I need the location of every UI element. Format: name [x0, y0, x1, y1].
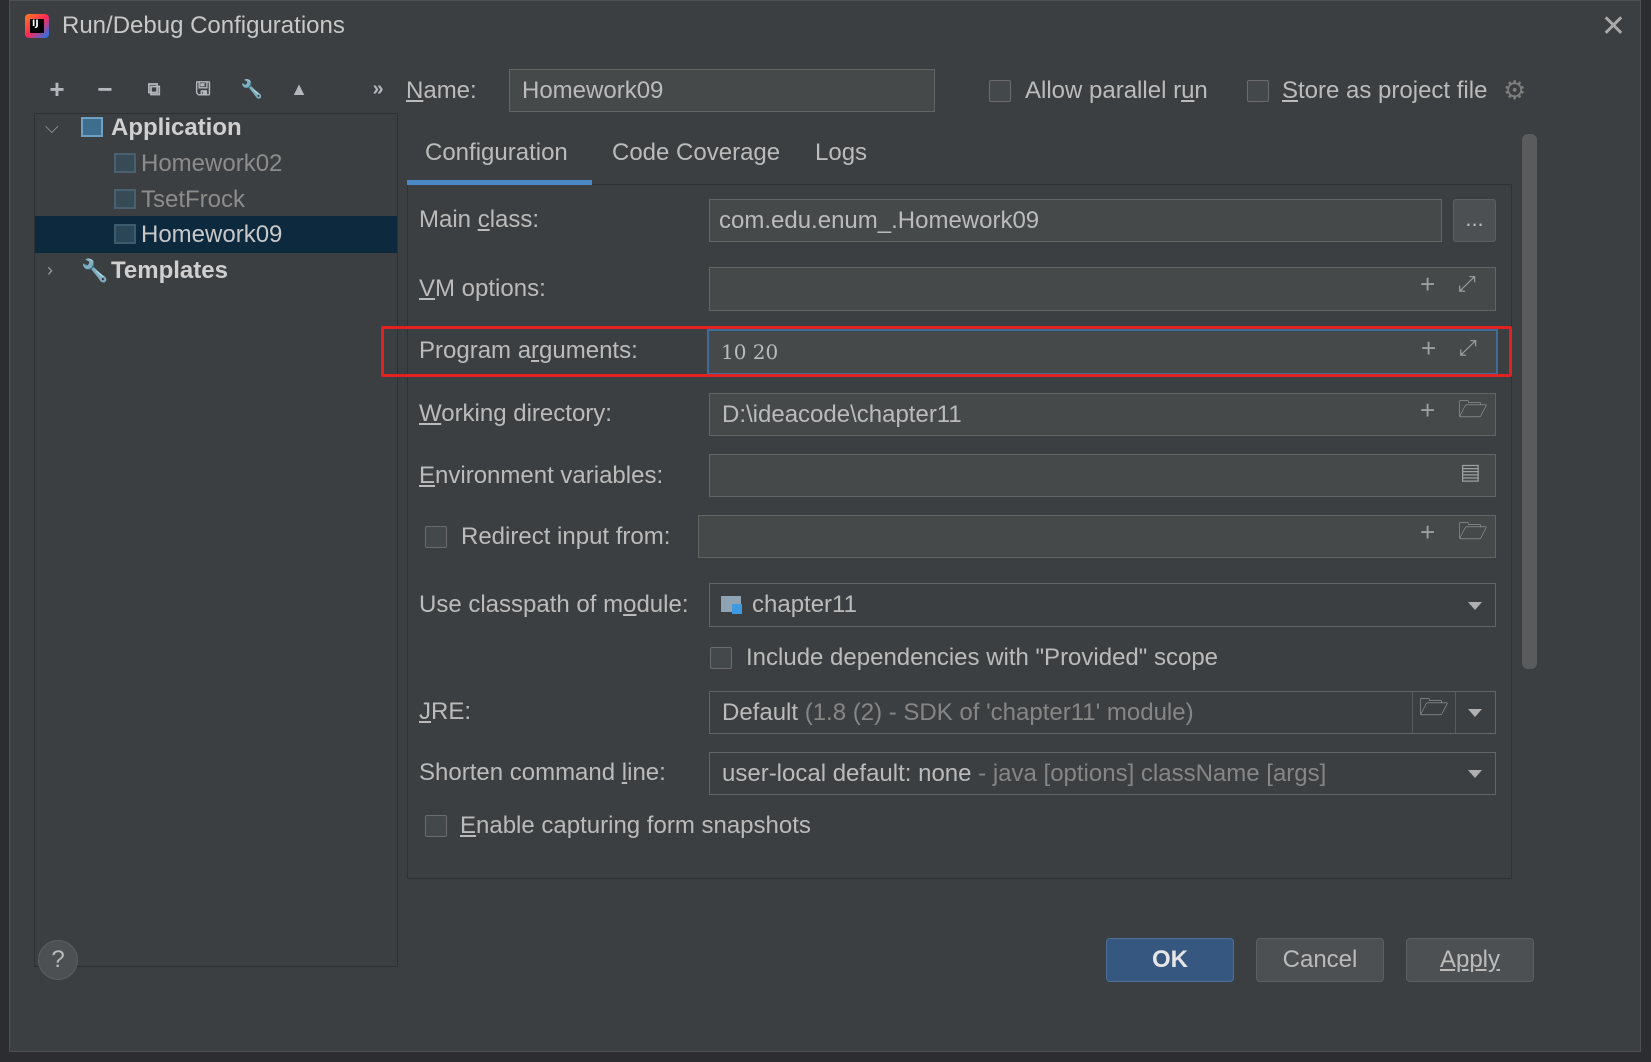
add-configuration-button[interactable]: +: [41, 73, 73, 105]
tree-item-homework09[interactable]: Homework09: [35, 216, 397, 253]
enable-snapshots-checkbox[interactable]: [425, 815, 447, 837]
working-directory-label: Working directory:: [419, 400, 612, 427]
application-config-icon: [114, 189, 136, 209]
configuration-tree: ⌵ Application Homework02 TsetFrock Homew…: [34, 113, 398, 967]
tab-configuration[interactable]: Configuration: [425, 139, 568, 167]
enable-snapshots-label: Enable capturing form snapshots: [460, 812, 811, 839]
tree-node-templates-label: Templates: [111, 257, 228, 284]
environment-variables-input[interactable]: ▤: [709, 454, 1496, 497]
folder-icon[interactable]: 🗁: [1458, 398, 1488, 422]
tree-item-label: TsetFrock: [141, 186, 246, 213]
folder-icon[interactable]: 🗁: [1458, 520, 1488, 544]
chevron-down-icon[interactable]: [1468, 602, 1482, 610]
tab-code-coverage[interactable]: Code Coverage: [612, 139, 780, 167]
working-directory-input[interactable]: D:\ideacode\chapter11 + 🗁: [709, 393, 1496, 436]
name-label: Name:: [406, 77, 477, 104]
divider: [1412, 692, 1413, 733]
document-icon[interactable]: ▤: [1460, 461, 1481, 483]
main-class-label: Main class:: [419, 206, 540, 233]
tree-node-application[interactable]: ⌵ Application: [35, 109, 397, 146]
tree-node-application-label: Application: [111, 114, 242, 141]
plus-icon[interactable]: +: [1420, 271, 1435, 297]
plus-icon[interactable]: +: [1420, 397, 1435, 423]
title-bar: IJ Run/Debug Configurations ✕: [10, 1, 1640, 53]
allow-parallel-run-checkbox[interactable]: [989, 80, 1011, 102]
run-debug-dialog: IJ Run/Debug Configurations ✕ + − ⧉ 🖫 🔧 …: [9, 0, 1641, 1052]
intellij-app-icon: IJ: [25, 14, 49, 38]
tree-node-templates[interactable]: › 🔧 Templates: [35, 252, 397, 289]
main-class-input[interactable]: com.edu.enum_.Homework09: [709, 199, 1442, 242]
chevron-down-icon[interactable]: [1468, 770, 1482, 778]
name-input[interactable]: Homework09: [509, 69, 935, 112]
vm-options-label: VM options:: [419, 275, 546, 302]
classpath-module-label: Use classpath of module:: [419, 591, 689, 618]
tree-item-label: Homework09: [141, 221, 283, 248]
redirect-input-field[interactable]: + 🗁: [698, 515, 1496, 558]
copy-configuration-button[interactable]: ⧉: [138, 73, 170, 105]
move-up-button[interactable]: ▲: [283, 73, 315, 105]
chevron-down-icon[interactable]: ⌵: [45, 109, 59, 146]
shorten-command-line-select[interactable]: user-local default: none - java [options…: [709, 752, 1496, 795]
application-config-icon: [81, 117, 103, 137]
tab-logs[interactable]: Logs: [815, 139, 867, 167]
redirect-input-label: Redirect input from:: [461, 523, 671, 550]
plus-icon[interactable]: +: [1420, 519, 1435, 545]
remove-configuration-button[interactable]: −: [89, 73, 121, 105]
expand-icon[interactable]: ⤢: [1458, 273, 1476, 295]
vm-options-input[interactable]: + ⤢: [709, 267, 1496, 311]
shorten-value: user-local default: none - java [options…: [722, 759, 1327, 787]
application-config-icon: [114, 153, 136, 173]
chevron-down-icon[interactable]: [1468, 709, 1482, 717]
classpath-module-select[interactable]: chapter11: [709, 583, 1496, 627]
gear-icon[interactable]: ⚙: [1503, 75, 1526, 106]
folder-icon[interactable]: 🗁: [1419, 696, 1449, 720]
window-title: Run/Debug Configurations: [62, 12, 345, 39]
environment-variables-label: Environment variables:: [419, 462, 664, 489]
store-as-project-file-checkbox[interactable]: [1247, 80, 1269, 102]
include-provided-deps-label: Include dependencies with "Provided" sco…: [746, 644, 1219, 671]
more-actions-icon[interactable]: »: [362, 73, 394, 105]
browse-main-class-button[interactable]: ...: [1453, 199, 1496, 242]
close-icon[interactable]: ✕: [1601, 9, 1626, 44]
wrench-icon: 🔧: [81, 258, 109, 283]
include-provided-deps-checkbox[interactable]: [710, 647, 732, 669]
help-button[interactable]: ?: [38, 940, 78, 980]
jre-value: Default (1.8 (2) - SDK of 'chapter11' mo…: [722, 698, 1194, 726]
panel-scrollbar[interactable]: [1522, 134, 1537, 669]
allow-parallel-run-label: Allow parallel run: [1025, 77, 1208, 104]
module-badge: [732, 604, 742, 614]
shorten-command-line-label: Shorten command line:: [419, 759, 666, 786]
edit-templates-wrench-icon[interactable]: 🔧: [236, 73, 268, 105]
application-config-icon: [114, 224, 136, 244]
apply-button[interactable]: Apply: [1406, 938, 1534, 982]
store-as-project-file-label: Store as project file: [1282, 77, 1488, 104]
chevron-right-icon[interactable]: ›: [47, 252, 53, 289]
cancel-button[interactable]: Cancel: [1256, 938, 1384, 982]
jre-label: JRE:: [419, 698, 472, 725]
red-highlight-box: [381, 326, 1512, 377]
redirect-input-checkbox[interactable]: [425, 526, 447, 548]
tree-item-homework02[interactable]: Homework02: [35, 145, 397, 182]
ok-button[interactable]: OK: [1106, 938, 1234, 982]
tree-item-label: Homework02: [141, 150, 283, 177]
save-configuration-button[interactable]: 🖫: [187, 73, 219, 105]
divider: [1455, 692, 1456, 733]
tree-item-tsetfrock[interactable]: TsetFrock: [35, 181, 397, 218]
jre-select[interactable]: Default (1.8 (2) - SDK of 'chapter11' mo…: [709, 691, 1496, 734]
